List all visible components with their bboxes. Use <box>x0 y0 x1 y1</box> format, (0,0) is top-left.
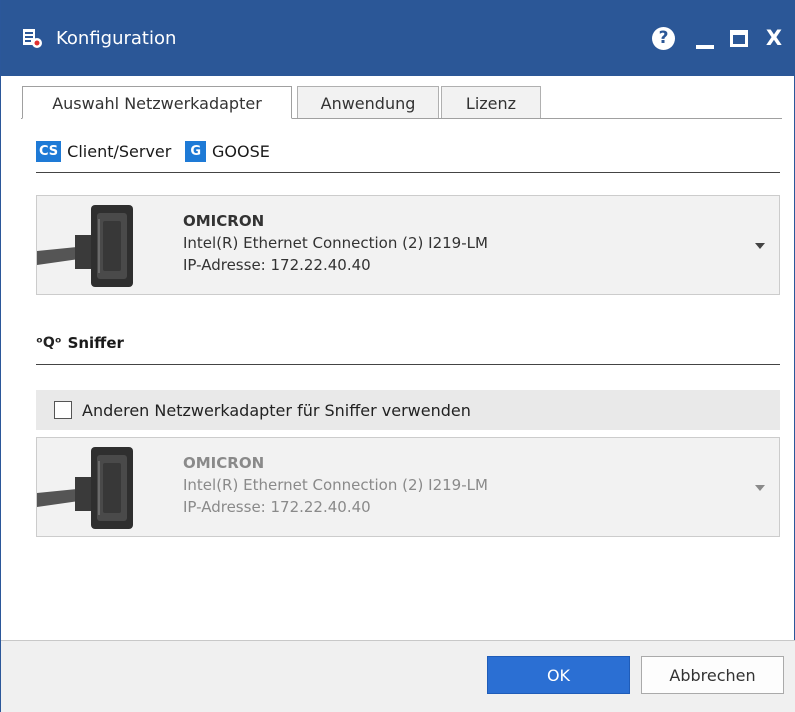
adapter-ip: IP-Adresse: 172.22.40.40 <box>183 256 371 274</box>
adapter-select-primary[interactable]: OMICRON Intel(R) Ethernet Connection (2)… <box>36 195 780 295</box>
ethernet-plug-icon <box>37 447 133 529</box>
cs-badge-icon: CS <box>36 141 62 162</box>
sniffer-divider <box>36 364 780 365</box>
adapter-name: OMICRON <box>183 454 265 472</box>
tab-auswahl-netzwerkadapter[interactable]: Auswahl Netzwerkadapter <box>22 86 292 119</box>
use-other-adapter-label[interactable]: Anderen Netzwerkadapter für Sniffer verw… <box>82 401 471 420</box>
cancel-button[interactable]: Abbrechen <box>641 656 784 694</box>
ethernet-plug-icon <box>37 205 133 287</box>
adapter-description: Intel(R) Ethernet Connection (2) I219-LM <box>183 476 488 494</box>
adapter-name: OMICRON <box>183 212 265 230</box>
title-bar[interactable]: Konfiguration ? X <box>1 0 795 76</box>
dialog-footer: OK Abbrechen <box>1 640 795 712</box>
adapter-description: Intel(R) Ethernet Connection (2) I219-LM <box>183 234 488 252</box>
sniffer-adapter-option[interactable]: Anderen Netzwerkadapter für Sniffer verw… <box>36 390 780 430</box>
client-server-divider <box>36 172 780 173</box>
tab-lizenz[interactable]: Lizenz <box>441 86 541 119</box>
use-other-adapter-checkbox[interactable] <box>54 401 72 419</box>
maximize-button[interactable] <box>730 30 748 47</box>
goose-label: GOOSE <box>212 142 270 161</box>
sniffer-icon: ᵒQᵒ <box>36 335 62 351</box>
adapter-ip: IP-Adresse: 172.22.40.40 <box>183 498 371 516</box>
adapter-info: OMICRON Intel(R) Ethernet Connection (2)… <box>183 210 488 276</box>
adapter-select-sniffer: OMICRON Intel(R) Ethernet Connection (2)… <box>36 437 780 537</box>
chevron-down-icon[interactable] <box>755 243 765 249</box>
app-config-icon <box>23 29 42 48</box>
close-button[interactable]: X <box>764 26 784 50</box>
sniffer-label: Sniffer <box>67 334 124 352</box>
help-button[interactable]: ? <box>652 27 675 50</box>
client-server-label: Client/Server <box>67 142 172 161</box>
window-title: Konfiguration <box>56 28 177 49</box>
sniffer-header: ᵒQᵒ Sniffer <box>36 334 124 352</box>
configuration-dialog: Konfiguration ? X Auswahl Netzwerkadapte… <box>0 0 795 712</box>
client-server-header: CS Client/Server G GOOSE <box>36 141 270 162</box>
adapter-info: OMICRON Intel(R) Ethernet Connection (2)… <box>183 452 488 518</box>
chevron-down-icon <box>755 485 765 491</box>
minimize-button[interactable] <box>695 29 717 51</box>
tab-anwendung[interactable]: Anwendung <box>297 86 439 119</box>
goose-badge-icon: G <box>185 141 207 162</box>
ok-button[interactable]: OK <box>487 656 630 694</box>
